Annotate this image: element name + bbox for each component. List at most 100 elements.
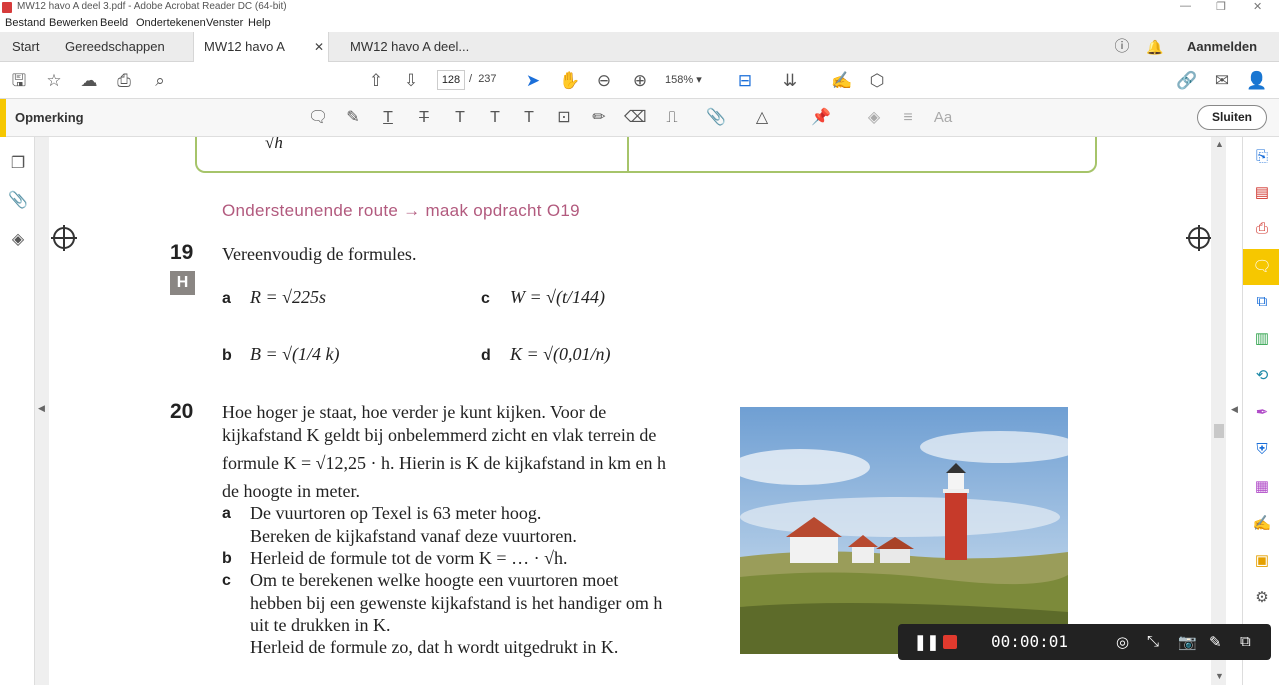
q20-c-label: c (222, 572, 231, 589)
underline-text-icon[interactable]: T (378, 108, 398, 128)
attachments-icon[interactable]: 📎 (7, 190, 29, 212)
close-comment-button[interactable]: Sluiten (1197, 105, 1267, 130)
question-19-number: 19 (170, 241, 194, 264)
zoom-out-icon[interactable]: ⊖ (594, 71, 614, 91)
send-review-icon[interactable]: ⟲ (1252, 366, 1272, 386)
lighthouse-illustration (740, 407, 1068, 654)
rich-media-icon[interactable]: ▣ (1252, 551, 1272, 571)
page-total: 237 (478, 73, 497, 85)
pin-icon[interactable]: 📌 (811, 108, 831, 128)
add-user-icon[interactable]: 👤 (1246, 71, 1267, 91)
attach-icon[interactable]: 📎 (706, 108, 726, 128)
hand-tool-icon[interactable]: ✋ (559, 71, 580, 91)
q20-c-line-3: uit te drukken in K. (250, 615, 391, 635)
print-icon[interactable]: ⎙ (114, 71, 134, 91)
route-heading: Ondersteunende route → maak opdracht O19 (222, 201, 580, 220)
share-tag-icon[interactable]: ⬡ (867, 71, 887, 91)
zoom-in-icon[interactable]: ⊕ (630, 71, 650, 91)
pencil-icon[interactable]: ✏ (589, 108, 609, 128)
collapse-icon[interactable]: ⤡ (1147, 633, 1159, 650)
save-icon[interactable]: 🖫 (9, 71, 29, 91)
pages-thumbnail-icon[interactable]: ❐ (7, 153, 29, 175)
link-share-icon[interactable]: 🔗 (1176, 71, 1197, 91)
page-number-input[interactable]: 128 (437, 70, 465, 90)
bell-icon[interactable]: 🔔 (1145, 37, 1165, 57)
strikethrough-icon[interactable]: T (414, 108, 434, 128)
sign-pen-icon[interactable]: ✍ (831, 71, 852, 91)
protect-icon[interactable]: ⛨ (1252, 440, 1272, 460)
menu-bar: Bestand Bewerken Beeld Ondertekenen Vens… (0, 15, 1279, 32)
stop-record-icon[interactable] (943, 635, 957, 649)
pause-icon[interactable]: ❚❚ (914, 633, 939, 651)
tab-document-active[interactable]: MW12 havo A deel... ✕ (193, 32, 329, 84)
bookmark-star-icon[interactable]: ☆ (44, 71, 64, 91)
right-tools-rail: ⎘ ▤ ⎙ 🗨 ⧉ ▥ ⟲ ✒ ⛨ ▦ ✍ ▣ ⚙ (1242, 137, 1279, 685)
select-cursor-icon[interactable]: ➤ (523, 71, 543, 91)
find-zoom-icon[interactable]: ⌕ (150, 71, 170, 91)
page-separator: / (469, 73, 473, 85)
help-icon[interactable]: ⓘ (1112, 37, 1132, 57)
fill-color-icon[interactable]: ◈ (864, 108, 884, 128)
zoom-value: 158% (665, 74, 694, 86)
font-size-icon[interactable]: Aa (933, 108, 953, 128)
menu-beeld[interactable]: Beeld (100, 17, 128, 29)
replace-text-icon[interactable]: T (450, 108, 470, 128)
more-tools-icon[interactable]: ⚙ (1252, 588, 1272, 608)
menu-bewerken[interactable]: Bewerken (49, 17, 98, 29)
vertical-scrollbar[interactable]: ▲ ▼ (1212, 137, 1226, 685)
maximize-icon[interactable]: ❐ (1216, 0, 1226, 13)
insert-text-icon[interactable]: T (485, 108, 505, 128)
redact-icon[interactable]: ▦ (1252, 477, 1272, 497)
collapse-right-icon[interactable]: ◀ (1231, 404, 1238, 415)
highlight-icon[interactable]: ✎ (343, 108, 363, 128)
email-icon[interactable]: ✉ (1212, 71, 1232, 91)
fit-page-icon[interactable]: ⊟ (735, 71, 755, 91)
menu-bestand[interactable]: Bestand (5, 17, 45, 29)
tab-document-2[interactable]: MW12 havo A deel... (340, 32, 479, 62)
comment-tool-active[interactable]: 🗨 (1243, 249, 1279, 285)
previous-formula: √h (265, 137, 283, 152)
close-tab-icon[interactable]: ✕ (314, 32, 324, 62)
organize-pages-icon[interactable]: ▤ (1252, 183, 1272, 203)
previous-page-icon[interactable]: ⇧ (366, 71, 386, 91)
scroll-down-icon[interactable]: ▼ (1215, 671, 1224, 681)
comment-accent (0, 99, 6, 137)
collapse-left-icon[interactable]: ◀ (38, 403, 45, 414)
sticky-note-icon[interactable]: 🗨 (308, 108, 328, 128)
compress-icon[interactable]: ▥ (1252, 329, 1272, 349)
export-pdf-icon[interactable]: ⎙ (1252, 219, 1272, 239)
webcam-icon[interactable]: ◎ (1116, 633, 1129, 651)
scroll-thumb[interactable] (1214, 424, 1224, 438)
create-pdf-icon[interactable]: ⎘ (1252, 147, 1272, 167)
window-icon[interactable]: ⧉ (1240, 633, 1251, 650)
draw-pen-icon[interactable]: ✎ (1209, 633, 1222, 651)
sign-in-button[interactable]: Aanmelden (1177, 32, 1267, 62)
document-page: √h Ondersteunende route → maak opdracht … (49, 137, 1211, 685)
tab-start[interactable]: Start (2, 32, 49, 62)
menu-help[interactable]: Help (248, 17, 271, 29)
comment-toolbar: Opmerking 🗨 ✎ T T T T T ⊡ ✏ ⌫ ⎍ 📎 △ 📌 ◈ … (0, 99, 1279, 137)
q20-c-line-1: Om te berekenen welke hoogte een vuurtor… (250, 570, 619, 590)
close-window-icon[interactable]: ✕ (1253, 0, 1262, 13)
tab-tools[interactable]: Gereedschappen (55, 32, 175, 62)
menu-ondertekenen[interactable]: Ondertekenen (136, 17, 206, 29)
crosshair-left-icon (51, 225, 77, 251)
layers-icon[interactable]: ◈ (7, 229, 29, 251)
scroll-mode-icon[interactable]: ⇊ (780, 71, 800, 91)
certificate-icon[interactable]: ✍ (1252, 514, 1272, 534)
combine-files-icon[interactable]: ⧉ (1252, 292, 1272, 312)
upload-cloud-icon[interactable]: ☁ (79, 71, 99, 91)
shapes-icon[interactable]: △ (752, 108, 772, 128)
scroll-up-icon[interactable]: ▲ (1215, 139, 1224, 149)
fill-sign-icon[interactable]: ✒ (1252, 403, 1272, 423)
camera-icon[interactable]: 📷 (1178, 633, 1197, 651)
next-page-icon[interactable]: ⇩ (401, 71, 421, 91)
line-weight-icon[interactable]: ≡ (898, 108, 918, 128)
eraser-icon[interactable]: ⌫ (624, 108, 647, 128)
zoom-select[interactable]: 158% ▾ (665, 70, 719, 90)
text-box-icon[interactable]: ⊡ (554, 108, 574, 128)
add-text-icon[interactable]: T (519, 108, 539, 128)
menu-venster[interactable]: Venster (206, 17, 243, 29)
minimize-icon[interactable]: — (1180, 0, 1191, 12)
stamp-icon[interactable]: ⎍ (662, 108, 682, 128)
